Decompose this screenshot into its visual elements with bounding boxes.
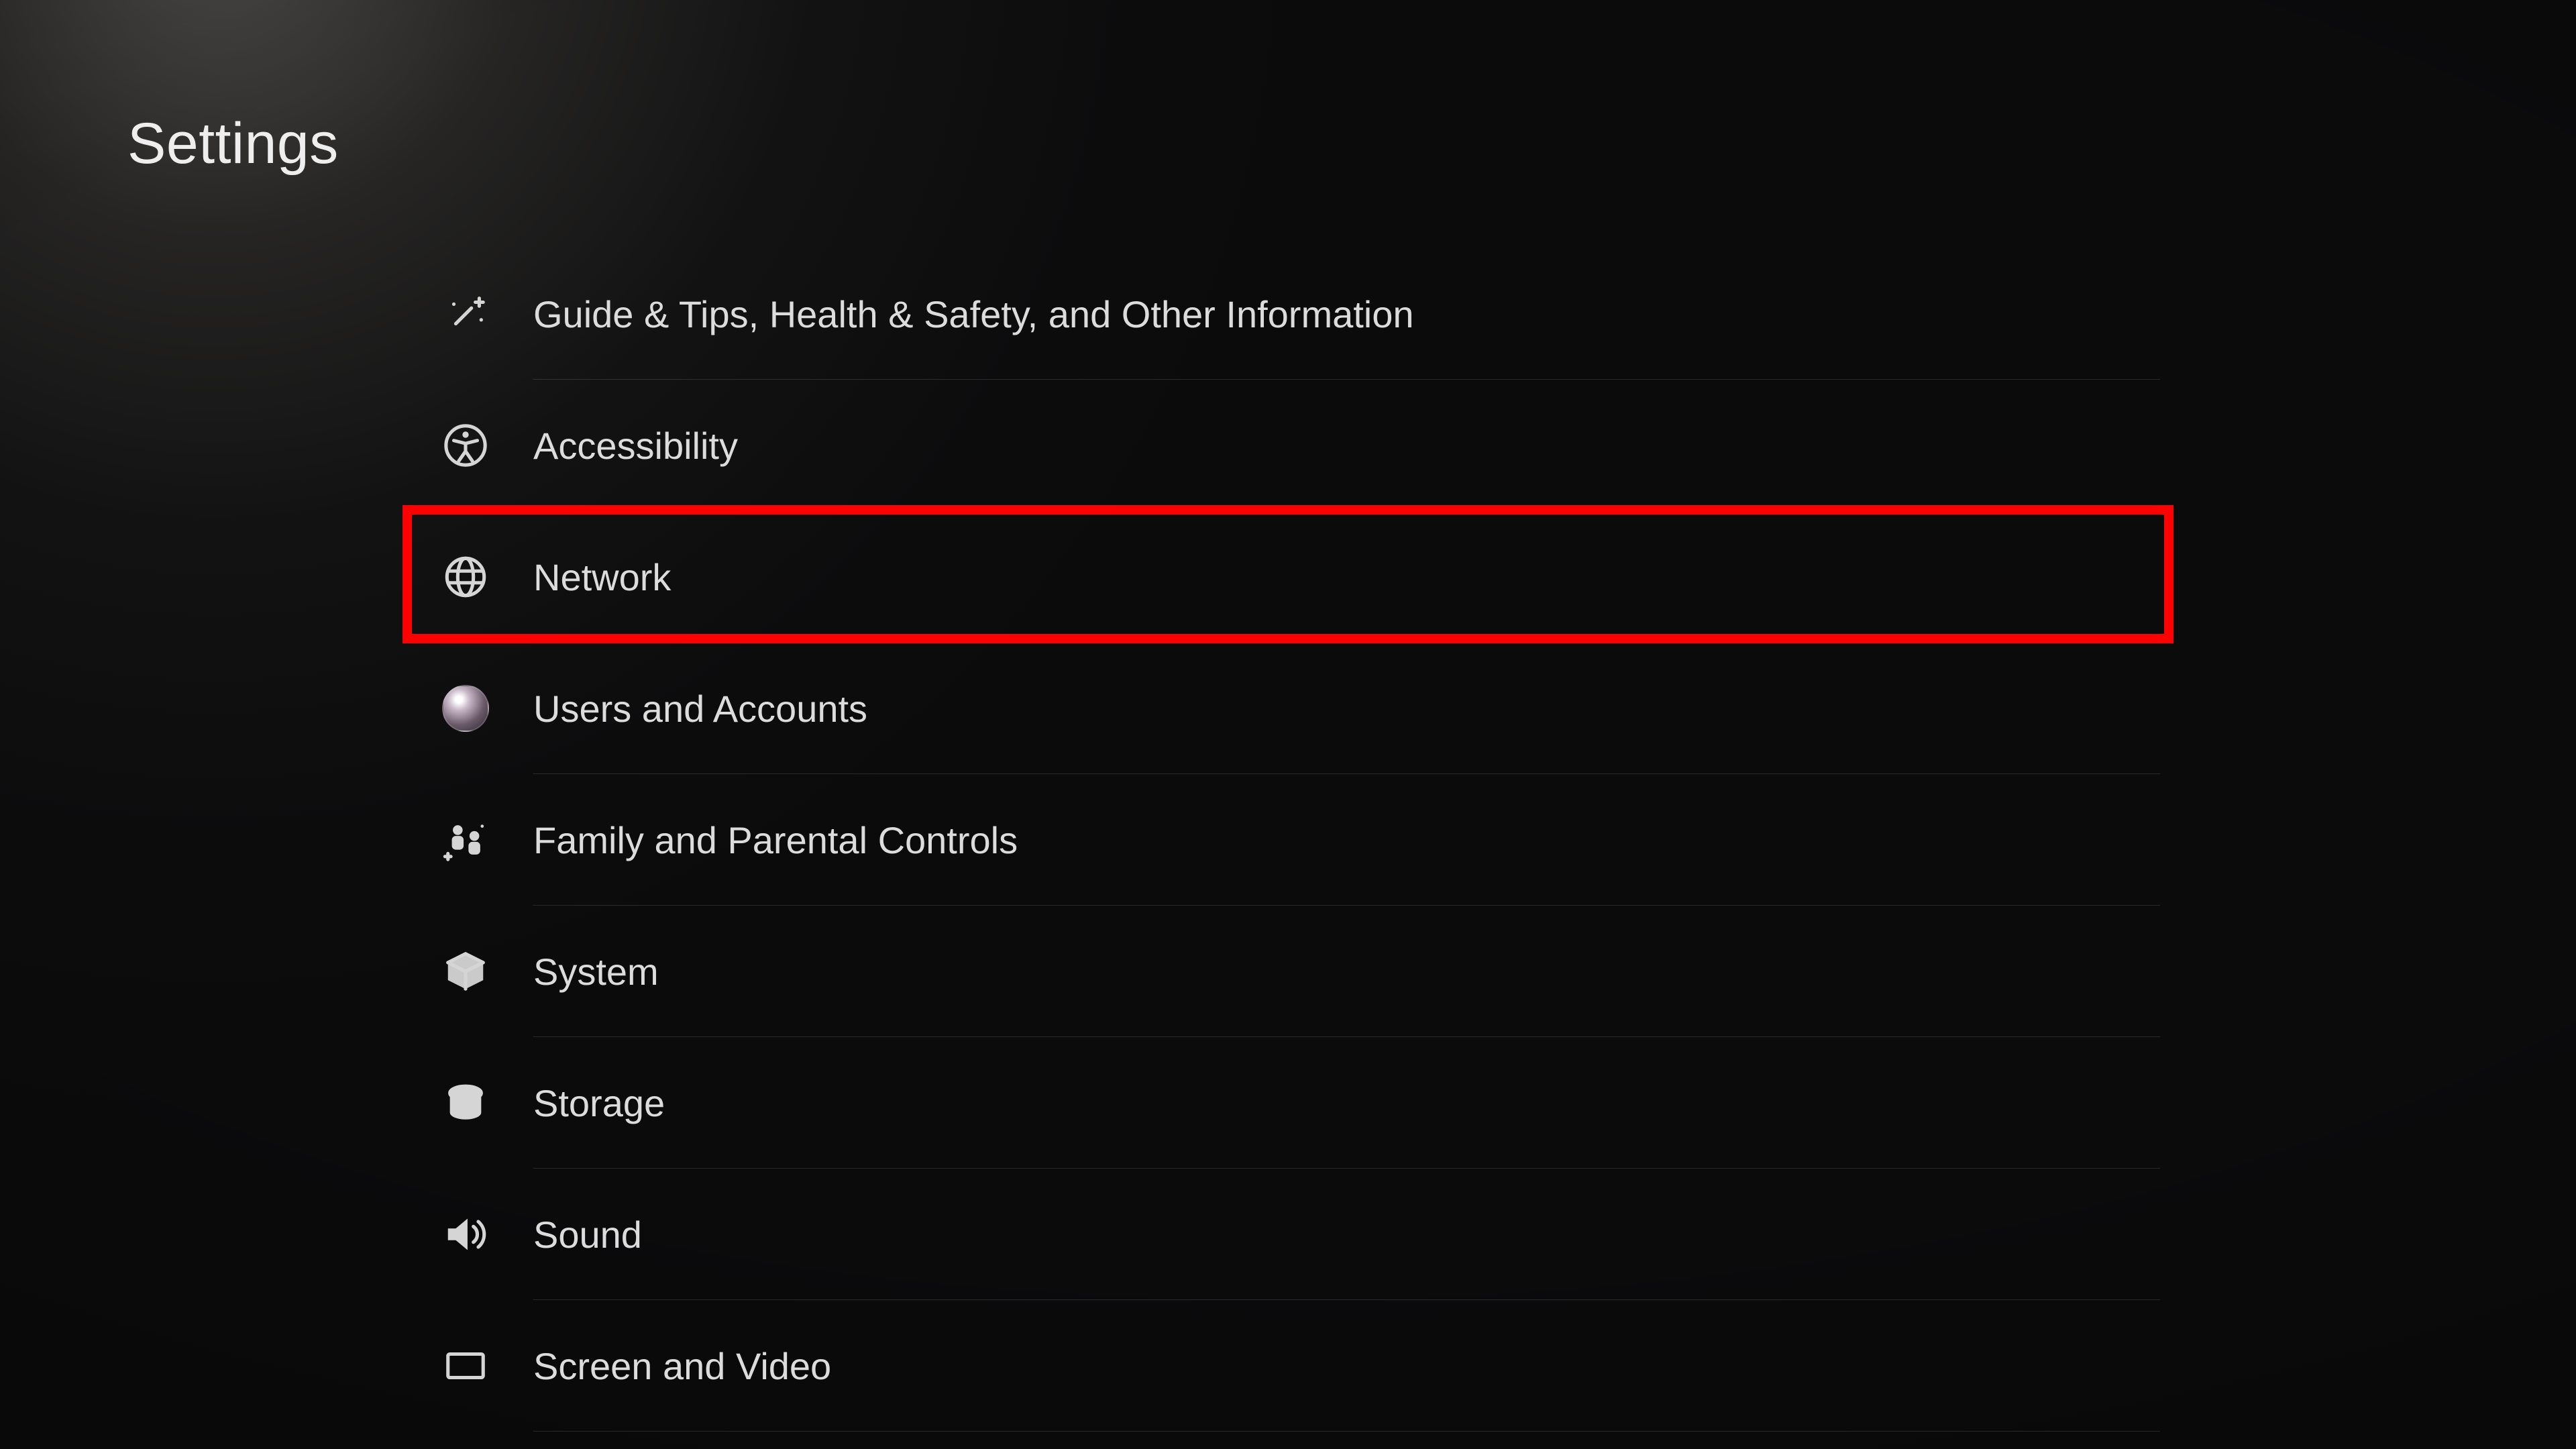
menu-item-label: Network xyxy=(533,555,671,599)
cube-icon xyxy=(439,945,492,998)
menu-item-label: Guide & Tips, Health & Safety, and Other… xyxy=(533,292,1414,336)
accessibility-icon xyxy=(439,419,492,472)
menu-item-users[interactable]: Users and Accounts xyxy=(423,643,2160,774)
settings-menu: Guide & Tips, Health & Safety, and Other… xyxy=(423,248,2160,1432)
avatar-icon xyxy=(439,682,492,735)
menu-item-label: Accessibility xyxy=(533,424,738,468)
menu-item-screen[interactable]: Screen and Video xyxy=(423,1300,2160,1432)
divider xyxy=(533,1431,2160,1432)
screen-icon xyxy=(439,1340,492,1392)
menu-item-label: Users and Accounts xyxy=(533,687,867,731)
menu-item-label: Sound xyxy=(533,1213,642,1256)
menu-item-label: Storage xyxy=(533,1081,665,1125)
menu-item-label: Screen and Video xyxy=(533,1344,831,1388)
globe-icon xyxy=(439,551,492,603)
family-icon xyxy=(439,814,492,866)
menu-item-sound[interactable]: Sound xyxy=(423,1169,2160,1300)
speaker-icon xyxy=(439,1208,492,1260)
menu-item-family[interactable]: Family and Parental Controls xyxy=(423,774,2160,906)
sparkle-wand-icon xyxy=(439,288,492,340)
menu-item-storage[interactable]: Storage xyxy=(423,1037,2160,1169)
menu-item-label: Family and Parental Controls xyxy=(533,818,1018,862)
menu-item-guide-tips[interactable]: Guide & Tips, Health & Safety, and Other… xyxy=(423,248,2160,380)
page-title: Settings xyxy=(127,111,339,177)
menu-item-label: System xyxy=(533,950,659,994)
menu-item-network[interactable]: Network xyxy=(423,511,2160,643)
menu-item-accessibility[interactable]: Accessibility xyxy=(423,380,2160,511)
storage-icon xyxy=(439,1077,492,1129)
menu-item-system[interactable]: System xyxy=(423,906,2160,1037)
